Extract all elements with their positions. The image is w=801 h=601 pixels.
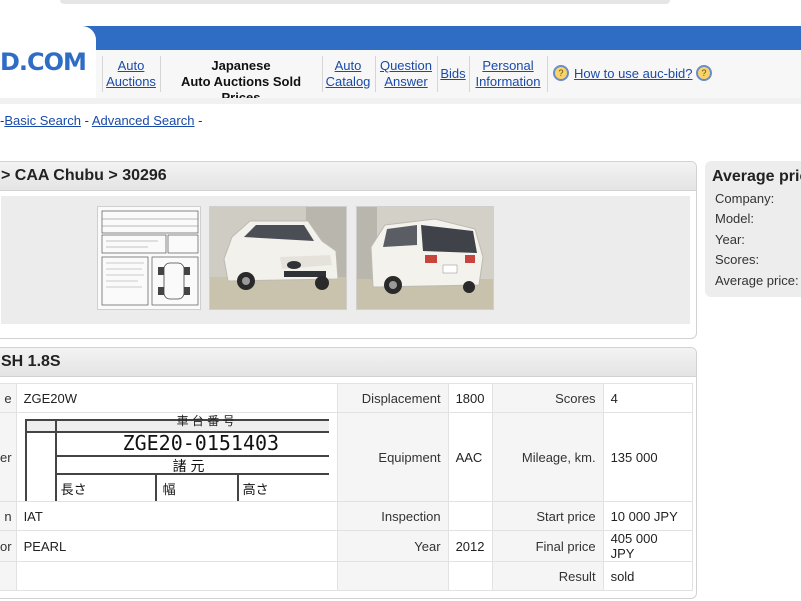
nav-how-to-use[interactable]: How to use auc-bid?	[574, 66, 694, 82]
spec-label-displacement: Displacement	[336, 383, 449, 413]
nav-sold-prices-line1: Japanese	[211, 58, 271, 73]
nav-auto-auctions[interactable]: Auto Auctions	[105, 58, 157, 90]
spec-value-empty	[15, 561, 338, 591]
lot-model-title: SH 1.8S	[0, 348, 696, 377]
nav-question-answer-line1[interactable]: Question	[380, 58, 432, 73]
help-book-icon[interactable]: ?	[553, 65, 569, 81]
spec-value-color: PEARL	[15, 530, 338, 562]
lot-breadcrumb-text: > CAA Chubu > 30296	[1, 167, 167, 184]
spec-value-scores: 4	[602, 383, 693, 413]
spec-label-empty	[336, 561, 449, 591]
spec-label: or	[0, 530, 17, 562]
spec-label: er	[0, 412, 17, 502]
spec-value-transmission: IAT	[15, 501, 338, 531]
avg-price-label: Average price:	[715, 273, 799, 288]
nav-personal-line2[interactable]: Information	[475, 74, 540, 89]
nav-auto-auctions-line2[interactable]: Auctions	[106, 74, 156, 89]
lot-model-title-text: SH 1.8S	[1, 353, 61, 370]
lot-photos-panel: > CAA Chubu > 30296	[0, 161, 697, 339]
search-sep: -	[84, 113, 89, 128]
average-price-panel: Average price Company: Model: Year: Scor…	[705, 161, 801, 297]
nav-underbar	[0, 98, 801, 104]
spec-value-start-price: 10 000 JPY	[602, 501, 693, 531]
spec-row: n IAT Inspection Start price 10 000 JPY	[0, 501, 693, 531]
spec-label-equipment: Equipment	[336, 412, 449, 502]
nav-auto-auctions-line1[interactable]: Auto	[118, 58, 145, 73]
dims-width: 幅	[162, 482, 176, 497]
lot-breadcrumb: > CAA Chubu > 30296	[0, 162, 696, 191]
spec-label-final-price: Final price	[491, 530, 604, 562]
average-price-title: Average price	[712, 168, 801, 185]
car-rear-thumb[interactable]	[356, 206, 494, 310]
spec-label: n	[0, 501, 17, 531]
nav-how-to-use-link[interactable]: How to use auc-bid?	[574, 66, 693, 81]
brand-bar	[0, 26, 801, 50]
spec-value-inspection	[447, 501, 493, 531]
lot-spec-table: e ZGE20W Displacement 1800 Scores 4 er 車…	[0, 383, 693, 591]
nav-question-answer[interactable]: Question Answer	[378, 58, 434, 90]
spec-value-empty-2	[447, 561, 493, 591]
nav-question-answer-line2[interactable]: Answer	[384, 74, 427, 89]
help-book-icon-2[interactable]: ?	[696, 65, 712, 81]
nav-bids[interactable]: Bids	[439, 66, 467, 82]
search-links: -Basic Search - Advanced Search -	[0, 113, 202, 128]
nav-auto-catalog-line1[interactable]: Auto	[335, 58, 362, 73]
spec-value-displacement: 1800	[447, 383, 493, 413]
search-sep-trail: -	[198, 113, 203, 128]
spec-value-result: sold	[602, 561, 693, 591]
spec-label-result: Result	[491, 561, 604, 591]
spec-value-year: 2012	[447, 530, 493, 562]
dims-header: 諸 元	[172, 458, 205, 474]
chassis-number: ZGE20-0151403	[122, 431, 280, 455]
spec-label-mileage: Mileage, km.	[491, 412, 604, 502]
nav-bids-label[interactable]: Bids	[440, 66, 465, 81]
spec-value-model: ZGE20W	[15, 383, 338, 413]
basic-search-link[interactable]: Basic Search	[4, 113, 81, 128]
spec-value-final-price: 405 000 JPY	[602, 530, 693, 562]
nav-personal-information[interactable]: Personal Information	[472, 58, 544, 90]
dims-length: 長さ	[60, 482, 87, 497]
chassis-plate-cell[interactable]: 車 台 番 号 ZGE20-0151403 諸 元 長さ 幅 高さ	[15, 412, 338, 502]
chassis-header: 車 台 番 号	[176, 414, 235, 428]
spec-label	[0, 561, 17, 591]
avg-model-label: Model:	[715, 211, 755, 226]
browser-top-strip	[0, 0, 801, 26]
spec-row: er 車 台 番 号 ZGE20-0151403 諸 元 長さ 幅 高さ Equ…	[0, 412, 693, 502]
lot-details-panel: SH 1.8S e ZGE20W Displacement 1800 Score…	[0, 347, 697, 599]
spec-value-equipment: AAC	[447, 412, 493, 502]
chassis-plate-image[interactable]: 車 台 番 号 ZGE20-0151403 諸 元 長さ 幅 高さ	[17, 413, 337, 501]
spec-value-mileage: 135 000	[602, 412, 693, 502]
nav-auto-catalog[interactable]: Auto Catalog	[325, 58, 371, 90]
main-nav: Auto Auctions Japanese Auto Auctions Sol…	[96, 50, 801, 105]
car-front-thumb[interactable]	[209, 206, 347, 310]
spec-row: or PEARL Year 2012 Final price 405 000 J…	[0, 530, 693, 562]
advanced-search-link[interactable]: Advanced Search	[92, 113, 195, 128]
spec-label-year: Year	[336, 530, 449, 562]
nav-personal-line1[interactable]: Personal	[482, 58, 533, 73]
site-logo[interactable]: D.COM	[0, 48, 87, 76]
avg-company-label: Company:	[715, 191, 775, 206]
spec-row: Result sold	[0, 561, 693, 591]
nav-auto-catalog-line2[interactable]: Catalog	[326, 74, 371, 89]
auction-sheet-thumb[interactable]	[97, 206, 201, 310]
spec-label: e	[0, 383, 17, 413]
avg-scores-label: Scores:	[715, 252, 760, 267]
dims-height: 高さ	[242, 482, 269, 497]
avg-year-label: Year:	[715, 232, 745, 247]
spec-label-start-price: Start price	[491, 501, 604, 531]
spec-row: e ZGE20W Displacement 1800 Scores 4	[0, 383, 693, 413]
spec-label-scores: Scores	[491, 383, 604, 413]
spec-label-inspection: Inspection	[336, 501, 449, 531]
